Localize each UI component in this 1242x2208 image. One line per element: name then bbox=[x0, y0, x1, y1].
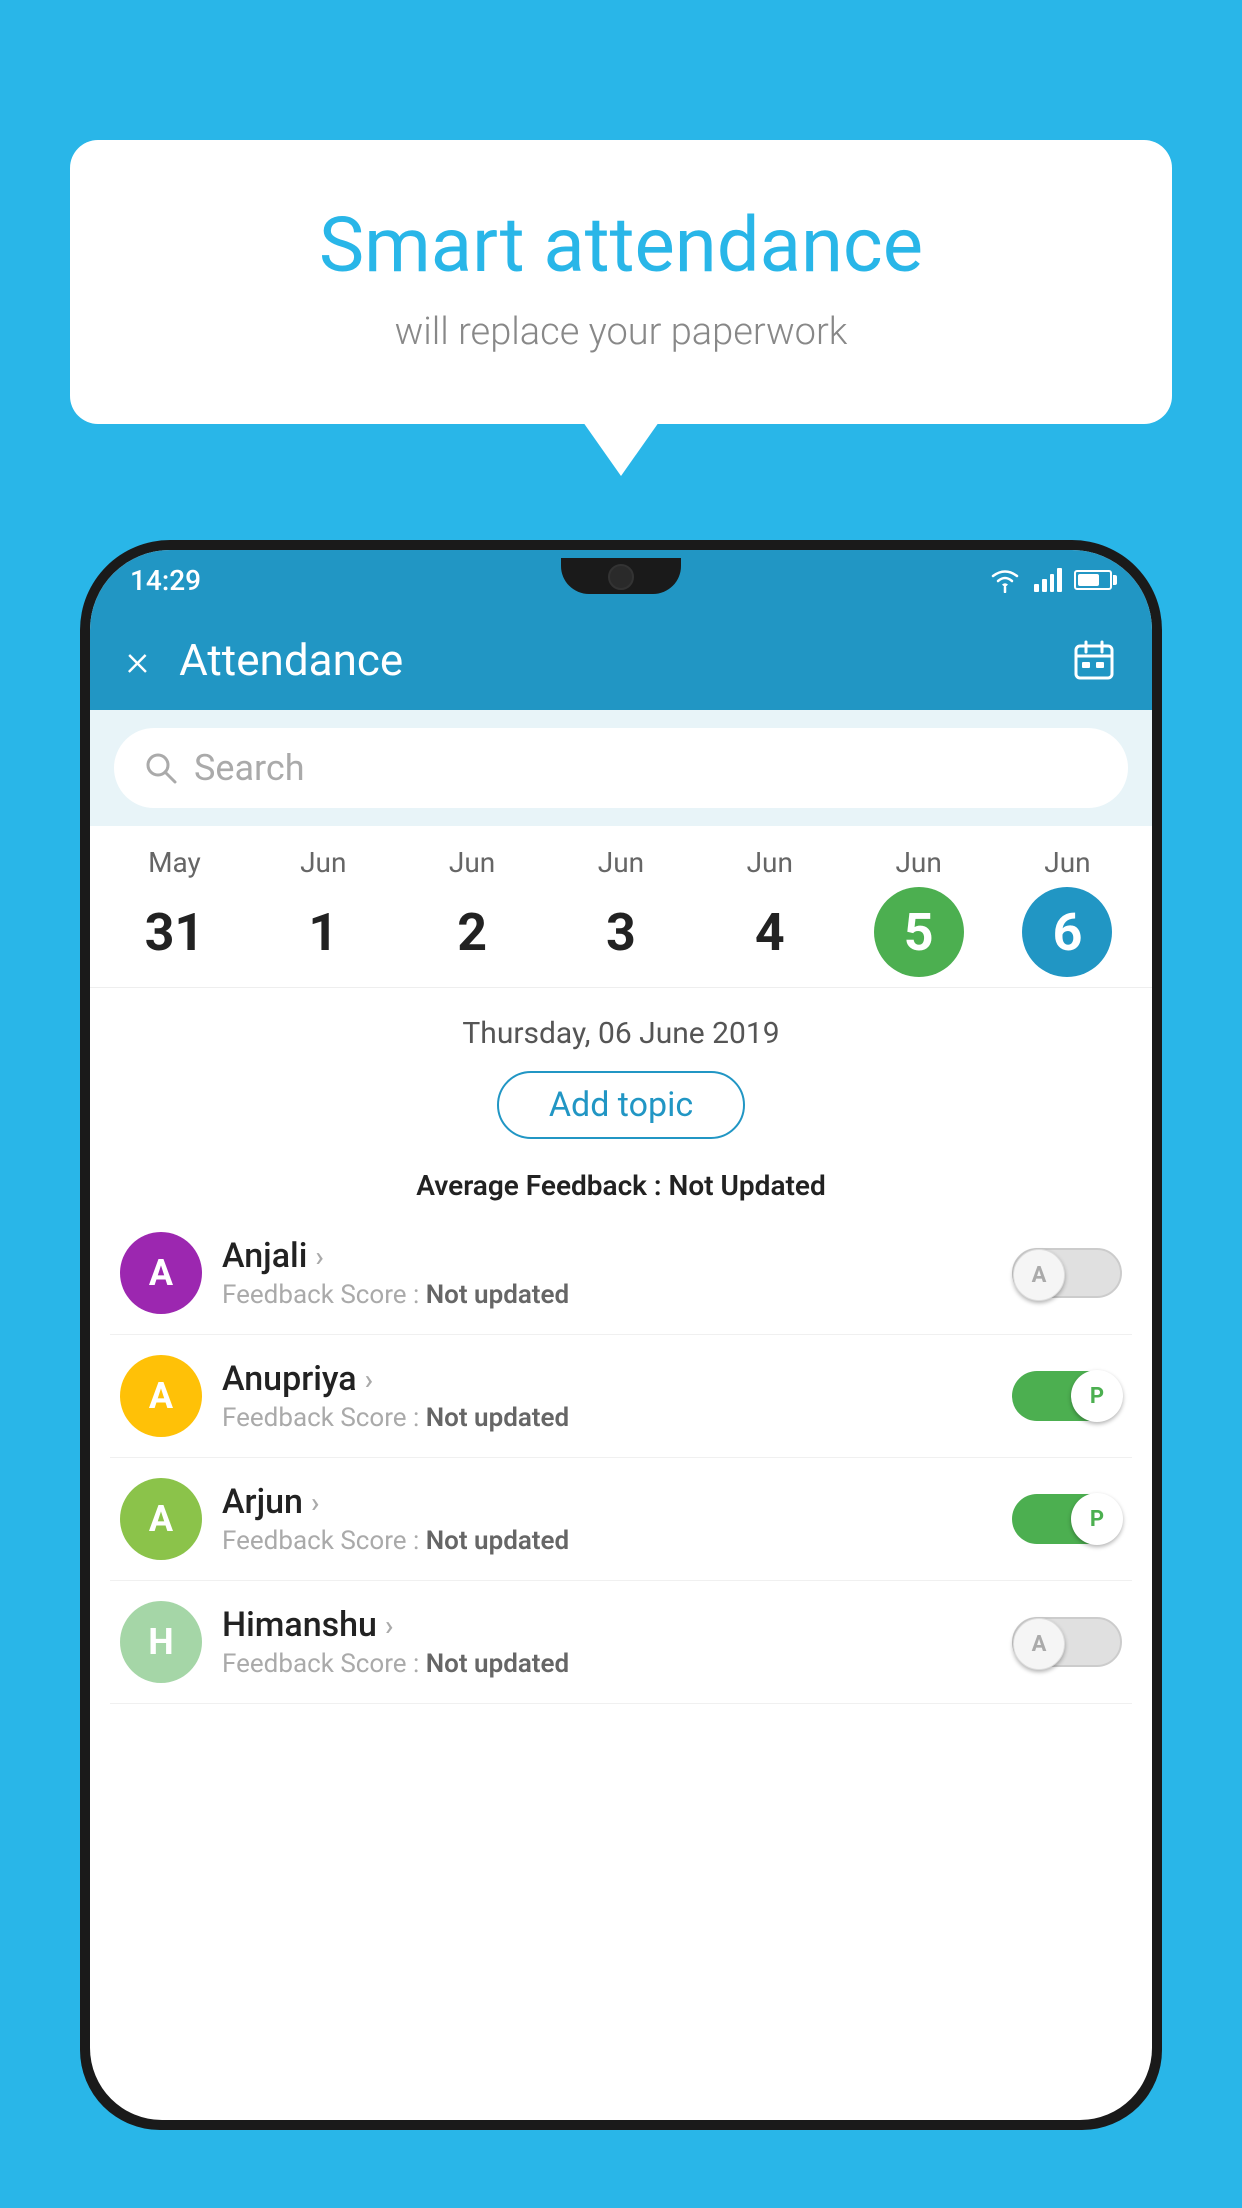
phone-screen: 14:29 bbox=[90, 550, 1152, 2120]
add-topic-button[interactable]: Add topic bbox=[497, 1071, 745, 1139]
status-icons bbox=[988, 567, 1112, 593]
attendance-toggle[interactable]: P bbox=[1012, 1494, 1122, 1544]
phone-wrapper: 14:29 bbox=[80, 540, 1162, 2208]
chevron-icon: › bbox=[365, 1363, 373, 1396]
phone-camera bbox=[608, 564, 634, 590]
cal-date-label: 6 bbox=[1022, 887, 1112, 977]
student-name: Anupriya › bbox=[222, 1359, 992, 1399]
calendar-day-4[interactable]: Jun 4 bbox=[705, 846, 835, 977]
status-time: 14:29 bbox=[130, 564, 201, 597]
search-bar-wrapper: Search bbox=[90, 710, 1152, 826]
student-info: Arjun › Feedback Score : Not updated bbox=[222, 1482, 992, 1556]
student-info: Anjali › Feedback Score : Not updated bbox=[222, 1236, 992, 1310]
calendar-day-3[interactable]: Jun 3 bbox=[556, 846, 686, 977]
calendar-day-2[interactable]: Jun 2 bbox=[407, 846, 537, 977]
calendar-day-6[interactable]: Jun 6 bbox=[1002, 846, 1132, 977]
cal-date-label: 4 bbox=[725, 887, 815, 977]
cal-date-label: 1 bbox=[278, 887, 368, 977]
calendar-strip: May 31 Jun 1 Jun 2 Jun 3 Jun 4 Jun 5 Jun 6 bbox=[90, 826, 1152, 988]
wifi-icon bbox=[988, 567, 1022, 593]
feedback-score: Feedback Score : Not updated bbox=[222, 1526, 992, 1556]
student-item-anjali[interactable]: A Anjali › Feedback Score : Not updated A bbox=[110, 1212, 1132, 1335]
attendance-toggle[interactable]: A bbox=[1012, 1248, 1122, 1298]
toggle-knob: A bbox=[1013, 1618, 1065, 1670]
calendar-day-31[interactable]: May 31 bbox=[109, 846, 239, 977]
bubble-title: Smart attendance bbox=[150, 200, 1092, 290]
close-button[interactable]: × bbox=[126, 634, 149, 686]
student-list: AAnjali ›Feedback Score : Not updatedAAA… bbox=[90, 1212, 1152, 1704]
feedback-score: Feedback Score : Not updated bbox=[222, 1403, 992, 1433]
attendance-toggle[interactable]: A bbox=[1012, 1617, 1122, 1667]
feedback-score: Feedback Score : Not updated bbox=[222, 1280, 992, 1310]
speech-bubble: Smart attendance will replace your paper… bbox=[70, 140, 1172, 424]
cal-month-label: Jun bbox=[747, 846, 793, 879]
feedback-score: Feedback Score : Not updated bbox=[222, 1649, 992, 1679]
feedback-value: Not updated bbox=[426, 1280, 569, 1310]
chevron-icon: › bbox=[311, 1486, 319, 1519]
avg-feedback-label: Average Feedback : bbox=[416, 1169, 668, 1202]
student-info: Himanshu › Feedback Score : Not updated bbox=[222, 1605, 992, 1679]
calendar-icon[interactable] bbox=[1072, 638, 1116, 682]
cal-date-label: 3 bbox=[576, 887, 666, 977]
bubble-subtitle: will replace your paperwork bbox=[150, 310, 1092, 354]
attendance-toggle[interactable]: P bbox=[1012, 1371, 1122, 1421]
calendar-day-1[interactable]: Jun 1 bbox=[258, 846, 388, 977]
cal-month-label: Jun bbox=[598, 846, 644, 879]
feedback-value: Not updated bbox=[426, 1526, 569, 1556]
cal-month-label: Jun bbox=[895, 846, 941, 879]
cal-date-label: 31 bbox=[129, 887, 219, 977]
calendar-day-5[interactable]: Jun 5 bbox=[854, 846, 984, 977]
search-bar[interactable]: Search bbox=[114, 728, 1128, 808]
toggle-knob: P bbox=[1071, 1370, 1123, 1422]
selected-date-text: Thursday, 06 June 2019 bbox=[110, 1016, 1132, 1051]
student-item-himanshu[interactable]: H Himanshu › Feedback Score : Not updated A bbox=[110, 1581, 1132, 1704]
feedback-value: Not updated bbox=[426, 1403, 569, 1433]
cal-date-label: 5 bbox=[874, 887, 964, 977]
student-avatar: A bbox=[120, 1478, 202, 1560]
search-icon bbox=[144, 751, 178, 785]
cal-month-label: May bbox=[148, 846, 201, 879]
feedback-value: Not updated bbox=[426, 1649, 569, 1679]
student-name: Arjun › bbox=[222, 1482, 992, 1522]
battery-fill bbox=[1078, 574, 1099, 586]
app-header: × Attendance bbox=[90, 610, 1152, 710]
selected-date-info: Thursday, 06 June 2019 Add topic Average… bbox=[90, 988, 1152, 1212]
student-avatar: H bbox=[120, 1601, 202, 1683]
battery-icon bbox=[1074, 570, 1112, 590]
chevron-icon: › bbox=[315, 1240, 323, 1273]
student-avatar: A bbox=[120, 1232, 202, 1314]
avg-feedback: Average Feedback : Not Updated bbox=[110, 1169, 1132, 1202]
student-name: Himanshu › bbox=[222, 1605, 992, 1645]
cal-month-label: Jun bbox=[1044, 846, 1090, 879]
toggle-knob: A bbox=[1013, 1249, 1065, 1301]
avg-feedback-value: Not Updated bbox=[669, 1169, 826, 1202]
speech-bubble-wrapper: Smart attendance will replace your paper… bbox=[70, 140, 1172, 424]
cal-date-label: 2 bbox=[427, 887, 517, 977]
page-title: Attendance bbox=[179, 634, 1072, 686]
toggle-knob: P bbox=[1071, 1493, 1123, 1545]
search-input-placeholder: Search bbox=[194, 747, 305, 789]
student-avatar: A bbox=[120, 1355, 202, 1437]
signal-icon bbox=[1034, 568, 1062, 592]
chevron-icon: › bbox=[385, 1609, 393, 1642]
cal-month-label: Jun bbox=[300, 846, 346, 879]
cal-month-label: Jun bbox=[449, 846, 495, 879]
student-item-arjun[interactable]: A Arjun › Feedback Score : Not updated P bbox=[110, 1458, 1132, 1581]
student-info: Anupriya › Feedback Score : Not updated bbox=[222, 1359, 992, 1433]
student-name: Anjali › bbox=[222, 1236, 992, 1276]
phone-frame: 14:29 bbox=[80, 540, 1162, 2130]
student-item-anupriya[interactable]: A Anupriya › Feedback Score : Not updated P bbox=[110, 1335, 1132, 1458]
